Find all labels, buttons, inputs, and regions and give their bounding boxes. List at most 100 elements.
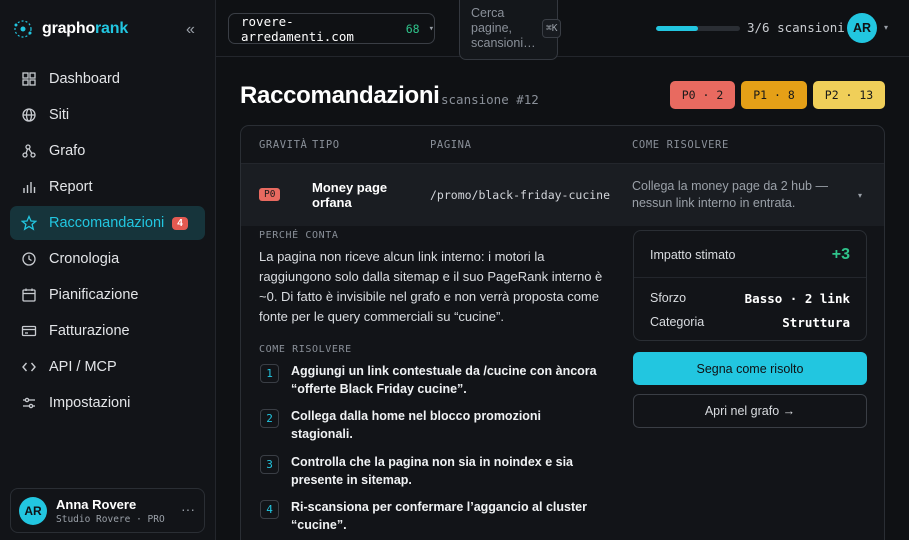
scan-progress-bar xyxy=(656,26,740,31)
filter-p2-button[interactable]: P2 · 13 xyxy=(813,81,885,109)
collapse-sidebar-button[interactable]: « xyxy=(186,21,195,39)
clock-icon xyxy=(22,252,36,266)
step-number: 1 xyxy=(260,364,279,383)
page-path: /promo/black-friday-cucine xyxy=(430,188,611,202)
effort-row: Sforzo Basso · 2 link xyxy=(650,291,850,306)
mark-resolved-button[interactable]: Segna come risolto xyxy=(633,352,867,385)
sidebar-item-grafo[interactable]: Grafo xyxy=(10,134,205,168)
sidebar-item-raccomandazioni[interactable]: Raccomandazioni 4 xyxy=(10,206,205,240)
open-in-graph-button[interactable]: Apri nel grafo → xyxy=(633,394,867,428)
list-item: 3 Controlla che la pagina non sia in noi… xyxy=(259,453,604,489)
effort-label: Sforzo xyxy=(650,291,687,305)
page-title: Raccomandazioni xyxy=(240,82,440,109)
column-header-tipo: TIPO xyxy=(312,139,340,151)
recommendation-type: Money page orfana xyxy=(312,180,388,210)
sidebar-item-report[interactable]: Report xyxy=(10,170,205,204)
sidebar-item-fatturazione[interactable]: Fatturazione xyxy=(10,314,205,348)
sidebar-item-dashboard[interactable]: Dashboard xyxy=(10,62,205,96)
filter-p1-button[interactable]: P1 · 8 xyxy=(741,81,807,109)
sidebar-item-cronologia[interactable]: Cronologia xyxy=(10,242,205,276)
sidebar-nav: Dashboard Siti Grafo Report Raccomandazi… xyxy=(10,62,205,422)
sidebar-item-label: Pianificazione xyxy=(49,287,139,303)
why-label: PERCHÉ CONTA xyxy=(259,230,339,241)
table-header: GRAVITÀ TIPO PAGINA COME RISOLVERE xyxy=(241,126,884,164)
scan-progress-fill xyxy=(656,26,698,31)
sidebar-item-pianificazione[interactable]: Pianificazione xyxy=(10,278,205,312)
avatar: AR xyxy=(19,496,47,525)
sidebar-item-label: Cronologia xyxy=(49,251,120,267)
search-input[interactable]: Cerca pagine, scansioni… ⌘K xyxy=(459,0,562,60)
column-header-gravita: GRAVITÀ xyxy=(259,139,308,151)
steps-list: 1 Aggiungi un link contestuale da /cucin… xyxy=(259,362,604,534)
impact-label: Impatto stimato xyxy=(650,248,736,262)
credit-card-icon xyxy=(21,325,37,337)
sidebar-item-label: Report xyxy=(49,179,93,195)
category-value: Struttura xyxy=(782,315,850,330)
step-text: Aggiungi un link contestuale da /cucine … xyxy=(291,364,597,396)
chevron-down-icon[interactable]: ▾ xyxy=(884,23,888,32)
user-avatar-button[interactable]: AR xyxy=(847,13,877,43)
sidebar-item-label: Raccomandazioni xyxy=(49,215,165,231)
recommendations-panel: GRAVITÀ TIPO PAGINA COME RISOLVERE P0 Mo… xyxy=(240,125,885,540)
step-number: 2 xyxy=(260,409,279,428)
divider xyxy=(634,277,866,278)
step-text: Controlla che la pagina non sia in noind… xyxy=(291,455,574,487)
list-item: 1 Aggiungi un link contestuale da /cucin… xyxy=(259,362,604,398)
sliders-icon xyxy=(23,397,35,409)
sidebar-item-siti[interactable]: Siti xyxy=(10,98,205,132)
shortcut-hint: ⌘K xyxy=(542,19,562,38)
sidebar-item-label: Impostazioni xyxy=(49,395,131,411)
fix-summary: Collega la money page da 2 hub — nessun … xyxy=(632,179,828,210)
step-number: 3 xyxy=(260,455,279,474)
scan-count: 3/6 scansioni xyxy=(747,20,845,35)
effort-value: Basso · 2 link xyxy=(744,291,850,306)
column-header-pagina: PAGINA xyxy=(430,139,472,151)
table-row[interactable]: P0 Money page orfana /promo/black-friday… xyxy=(241,164,884,226)
sidebar-item-api-mcp[interactable]: API / MCP xyxy=(10,350,205,384)
chevron-down-icon[interactable]: ▾ xyxy=(858,191,862,200)
sidebar-item-label: API / MCP xyxy=(49,359,117,375)
logo-text: graphorank xyxy=(42,20,129,37)
site-name: rovere-arredamenti.com xyxy=(241,13,354,44)
column-header-come-risolvere: COME RISOLVERE xyxy=(632,139,729,151)
globe-icon xyxy=(22,108,36,122)
more-icon[interactable]: ··· xyxy=(181,501,195,517)
logo-icon xyxy=(14,20,32,38)
user-name: Anna Rovere xyxy=(56,496,137,512)
site-selector[interactable]: rovere-arredamenti.com 68 ▾ xyxy=(228,13,435,44)
step-text: Ri-scansiona per confermare l’aggancio a… xyxy=(291,500,587,532)
bar-chart-icon xyxy=(23,182,36,193)
graph-icon xyxy=(22,144,36,158)
priority-badge: P0 xyxy=(259,188,281,201)
why-text: La pagina non riceve alcun link interno:… xyxy=(259,249,603,324)
topbar: rovere-arredamenti.com 68 ▾ Cerca pagine… xyxy=(216,0,909,60)
page-subtitle: scansione #12 xyxy=(441,92,539,107)
step-number: 4 xyxy=(260,500,279,519)
calendar-icon xyxy=(22,288,36,302)
user-plan: Studio Rovere · PRO xyxy=(56,513,165,525)
chevron-down-icon: ▾ xyxy=(428,23,434,34)
sidebar-item-label: Grafo xyxy=(49,143,86,159)
list-item: 2 Collega dalla home nel blocco promozio… xyxy=(259,407,604,443)
search-placeholder: Cerca pagine, scansioni… xyxy=(471,6,536,50)
logo[interactable]: graphorank xyxy=(12,18,128,40)
grid-icon xyxy=(22,72,36,86)
step-text: Collega dalla home nel blocco promozioni… xyxy=(291,409,542,441)
category-row: Categoria Struttura xyxy=(650,315,850,330)
site-page-count: 68 xyxy=(405,21,420,36)
sidebar-item-label: Fatturazione xyxy=(49,323,130,339)
impact-card: Impatto stimato +3 Sforzo Basso · 2 link… xyxy=(633,230,867,341)
list-item: 4 Ri-scansiona per confermare l’aggancio… xyxy=(259,498,604,534)
impact-value: +3 xyxy=(831,246,850,263)
code-icon xyxy=(22,362,36,372)
user-info: Anna Rovere Studio Rovere · PRO xyxy=(56,497,165,525)
impact-row: Impatto stimato +3 xyxy=(650,246,850,263)
sidebar: graphorank « Dashboard Siti Grafo Report… xyxy=(0,0,216,540)
user-card[interactable]: AR Anna Rovere Studio Rovere · PRO ··· xyxy=(10,488,205,533)
star-icon xyxy=(21,215,37,231)
count-badge: 4 xyxy=(172,216,188,230)
sidebar-item-impostazioni[interactable]: Impostazioni xyxy=(10,386,205,420)
filter-p0-button[interactable]: P0 · 2 xyxy=(670,81,735,109)
sidebar-item-label: Dashboard xyxy=(49,71,120,87)
how-label: COME RISOLVERE xyxy=(259,344,352,355)
